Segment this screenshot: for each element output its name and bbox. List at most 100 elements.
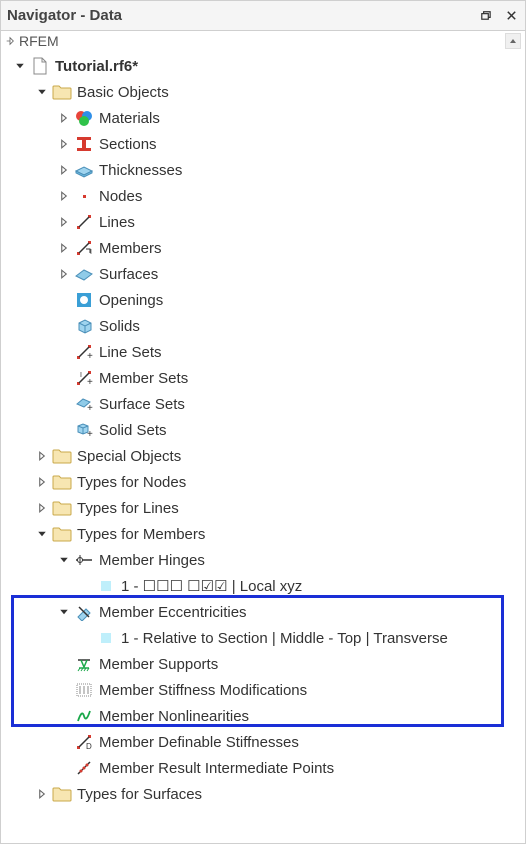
scroll-up-button[interactable] [505, 33, 521, 49]
eccentricity-icon [73, 601, 95, 623]
tree-row-root[interactable]: Tutorial.rf6* [1, 53, 525, 79]
chevron-down-icon[interactable] [33, 83, 51, 101]
tree-row-member-stiffness-mod[interactable]: Member Stiffness Modifications [1, 677, 525, 703]
chevron-right-icon[interactable] [55, 187, 73, 205]
folder-icon [51, 497, 73, 519]
member-defstiff-label: Member Definable Stiffnesses [99, 734, 299, 751]
chevron-right-icon[interactable] [55, 239, 73, 257]
tree-row-openings[interactable]: Openings [1, 287, 525, 313]
tree-row-types-nodes[interactable]: Types for Nodes [1, 469, 525, 495]
tree-row-solids[interactable]: Solids [1, 313, 525, 339]
types-members-label: Types for Members [77, 526, 205, 543]
folder-icon [51, 445, 73, 467]
chevron-right-icon[interactable] [55, 135, 73, 153]
materials-icon [73, 107, 95, 129]
lines-label: Lines [99, 214, 135, 231]
navigator-panel: Navigator - Data RFEM Tutorial.rf6* [0, 0, 526, 844]
tree-row-types-surfaces[interactable]: Types for Surfaces [1, 781, 525, 807]
item-icon [95, 575, 117, 597]
lines-icon [73, 211, 95, 233]
tree-row-solid-sets[interactable]: Solid Sets [1, 417, 525, 443]
chevron-down-icon[interactable] [11, 57, 29, 75]
tree-row-member-nonlinearities[interactable]: Member Nonlinearities [1, 703, 525, 729]
tree-row-ecc-item[interactable]: 1 - Relative to Section | Middle - Top |… [1, 625, 525, 651]
tree-row-member-def-stiff[interactable]: Member Definable Stiffnesses [1, 729, 525, 755]
surfaces-icon [73, 263, 95, 285]
chevron-right-icon[interactable] [55, 213, 73, 231]
chevron-right-icon[interactable] [55, 109, 73, 127]
member-sets-icon [73, 367, 95, 389]
folder-icon [51, 783, 73, 805]
stiffness-mod-icon [73, 679, 95, 701]
solids-label: Solids [99, 318, 140, 335]
supports-icon [73, 653, 95, 675]
ecc-item-label: 1 - Relative to Section | Middle - Top |… [121, 630, 448, 647]
panel-titlebar: Navigator - Data [1, 1, 525, 31]
line-sets-icon [73, 341, 95, 363]
member-supports-label: Member Supports [99, 656, 218, 673]
surfaces-label: Surfaces [99, 266, 158, 283]
tree-row-members[interactable]: Members [1, 235, 525, 261]
tree-row-member-sets[interactable]: Member Sets [1, 365, 525, 391]
tree-row-sections[interactable]: Sections [1, 131, 525, 157]
tree-row-member-result-pts[interactable]: Member Result Intermediate Points [1, 755, 525, 781]
member-sets-label: Member Sets [99, 370, 188, 387]
chevron-down-icon[interactable] [55, 551, 73, 569]
surface-sets-label: Surface Sets [99, 396, 185, 413]
tree-row-member-supports[interactable]: Member Supports [1, 651, 525, 677]
item-icon [95, 627, 117, 649]
tree-row-lines[interactable]: Lines [1, 209, 525, 235]
file-icon [29, 55, 51, 77]
types-lines-label: Types for Lines [77, 500, 179, 517]
nodes-icon [73, 185, 95, 207]
close-button[interactable] [503, 8, 519, 24]
types-nodes-label: Types for Nodes [77, 474, 186, 491]
materials-label: Materials [99, 110, 160, 127]
solid-sets-icon [73, 419, 95, 441]
restore-button[interactable] [477, 8, 493, 24]
members-label: Members [99, 240, 162, 257]
tree-row-nodes[interactable]: Nodes [1, 183, 525, 209]
def-stiffness-icon [73, 731, 95, 753]
chevron-right-icon[interactable] [33, 447, 51, 465]
tree: Tutorial.rf6* Basic Objects Materials Se… [1, 51, 525, 843]
sections-label: Sections [99, 136, 157, 153]
hinge-icon [73, 549, 95, 571]
tree-row-materials[interactable]: Materials [1, 105, 525, 131]
members-icon [73, 237, 95, 259]
line-sets-label: Line Sets [99, 344, 162, 361]
tree-row-special-objects[interactable]: Special Objects [1, 443, 525, 469]
nodes-label: Nodes [99, 188, 142, 205]
chevron-right-icon[interactable] [33, 785, 51, 803]
tree-row-member-eccentricities[interactable]: Member Eccentricities [1, 599, 525, 625]
tree-row-basic-objects[interactable]: Basic Objects [1, 79, 525, 105]
tree-row-hinge-item[interactable]: 1 - ☐☐☐ ☐☑☑ | Local xyz [1, 573, 525, 599]
solid-sets-label: Solid Sets [99, 422, 167, 439]
app-label: RFEM [19, 33, 59, 49]
panel-subheader: RFEM [1, 31, 525, 51]
sections-icon [73, 133, 95, 155]
panel-title: Navigator - Data [7, 7, 122, 24]
solids-icon [73, 315, 95, 337]
openings-label: Openings [99, 292, 163, 309]
chevron-right-icon[interactable] [33, 499, 51, 517]
types-surfaces-label: Types for Surfaces [77, 786, 202, 803]
tree-row-surface-sets[interactable]: Surface Sets [1, 391, 525, 417]
surface-sets-icon [73, 393, 95, 415]
chevron-down-icon[interactable] [55, 603, 73, 621]
tree-row-types-lines[interactable]: Types for Lines [1, 495, 525, 521]
member-nonlin-label: Member Nonlinearities [99, 708, 249, 725]
member-ecc-label: Member Eccentricities [99, 604, 247, 621]
tree-row-surfaces[interactable]: Surfaces [1, 261, 525, 287]
chevron-down-icon[interactable] [33, 525, 51, 543]
chevron-right-icon[interactable] [33, 473, 51, 491]
tree-row-line-sets[interactable]: Line Sets [1, 339, 525, 365]
chevron-right-icon[interactable] [55, 161, 73, 179]
root-file-label: Tutorial.rf6* [55, 58, 138, 75]
result-points-icon [73, 757, 95, 779]
nonlinearities-icon [73, 705, 95, 727]
tree-row-types-members[interactable]: Types for Members [1, 521, 525, 547]
tree-row-thicknesses[interactable]: Thicknesses [1, 157, 525, 183]
chevron-right-icon[interactable] [55, 265, 73, 283]
tree-row-member-hinges[interactable]: Member Hinges [1, 547, 525, 573]
